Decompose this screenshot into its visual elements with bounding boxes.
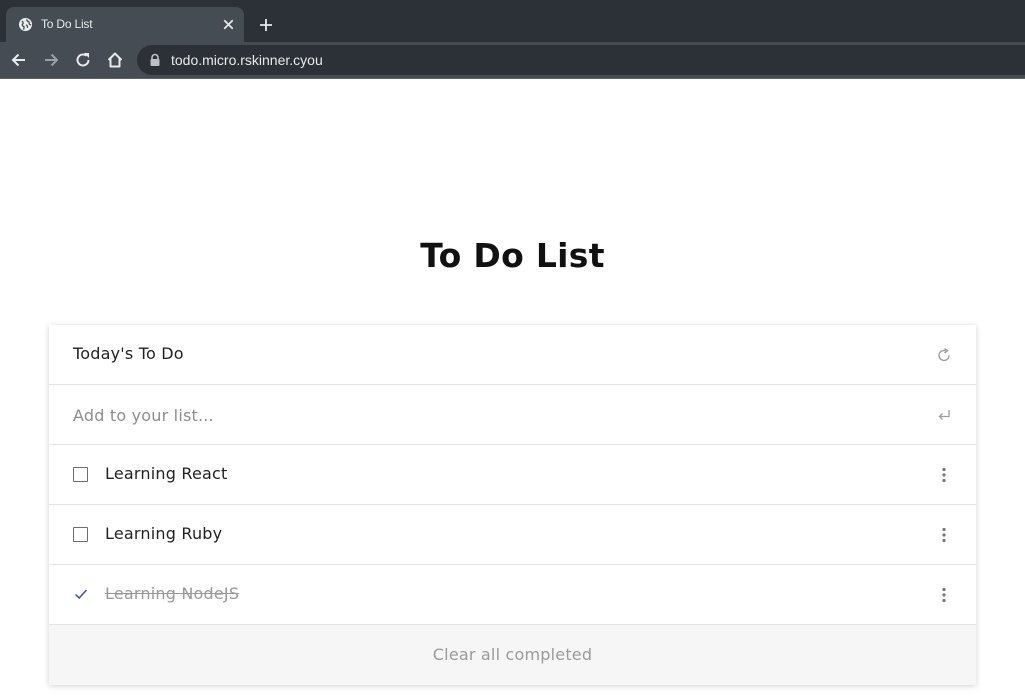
more-vertical-icon[interactable] <box>938 586 950 604</box>
list-item[interactable]: Learning React <box>49 445 976 505</box>
add-item-row <box>49 385 976 445</box>
home-icon[interactable] <box>105 50 125 70</box>
refresh-icon[interactable] <box>936 346 952 364</box>
toolbar-divider <box>0 78 1025 79</box>
lock-icon <box>150 53 160 66</box>
clear-completed-button[interactable]: Clear all completed <box>433 645 592 664</box>
todo-card: Today's To Do Learning React Learning Ru… <box>49 325 976 685</box>
list-header: Today's To Do <box>49 325 976 385</box>
browser-tab[interactable]: To Do List <box>6 7 244 42</box>
more-vertical-icon[interactable] <box>938 526 950 544</box>
list-title: Today's To Do <box>73 344 184 363</box>
close-icon[interactable] <box>220 16 237 33</box>
tab-title: To Do List <box>41 17 93 31</box>
list-footer: Clear all completed <box>49 625 976 685</box>
globe-icon <box>18 17 33 32</box>
page-title: To Do List <box>420 236 605 275</box>
list-item-completed[interactable]: Learning NodeJS <box>49 565 976 625</box>
arrow-left-icon[interactable] <box>9 50 29 70</box>
enter-icon[interactable] <box>936 406 952 424</box>
browser-tab-bar: To Do List <box>0 0 1025 42</box>
item-checkbox[interactable] <box>73 527 88 542</box>
reload-icon[interactable] <box>73 50 93 70</box>
list-item[interactable]: Learning Ruby <box>49 505 976 565</box>
more-vertical-icon[interactable] <box>938 466 950 484</box>
item-label: Learning NodeJS <box>105 584 240 603</box>
address-bar[interactable]: todo.micro.rskinner.cyou <box>137 45 1025 75</box>
plus-icon[interactable] <box>257 16 275 34</box>
item-label: Learning Ruby <box>105 524 223 543</box>
url-text: todo.micro.rskinner.cyou <box>171 52 323 68</box>
item-label: Learning React <box>105 464 228 483</box>
add-item-input[interactable] <box>73 403 893 427</box>
item-checkbox[interactable] <box>73 467 88 482</box>
browser-toolbar: todo.micro.rskinner.cyou <box>0 42 1025 78</box>
checkmark-icon[interactable] <box>74 587 88 601</box>
arrow-right-icon[interactable] <box>41 50 61 70</box>
